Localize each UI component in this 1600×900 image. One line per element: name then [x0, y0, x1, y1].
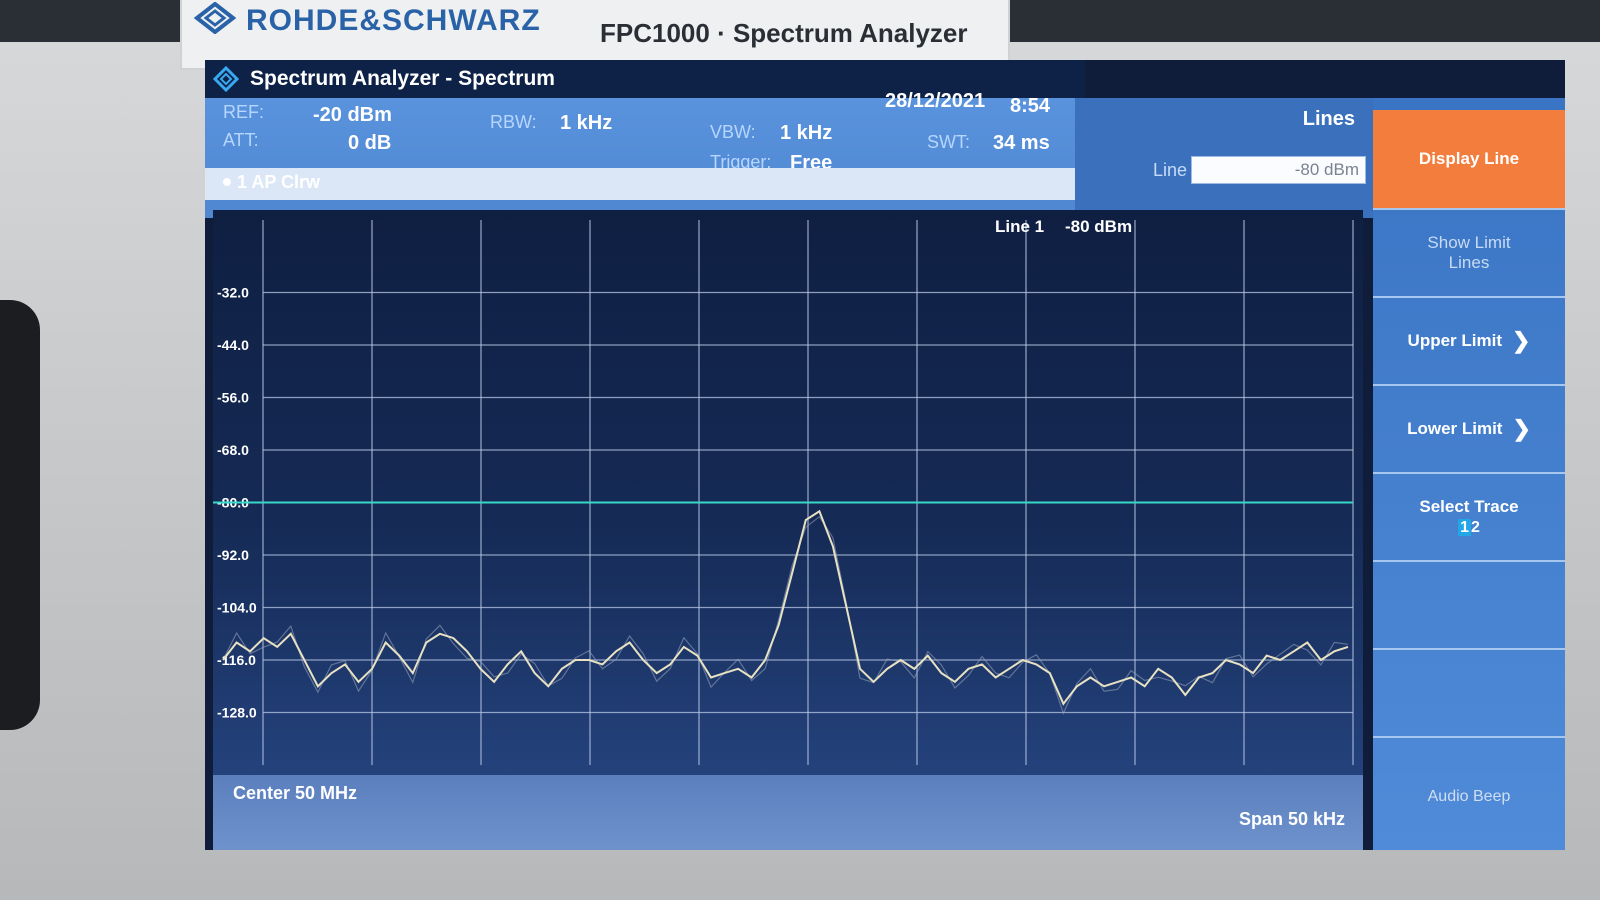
- window-title: Spectrum Analyzer - Spectrum: [250, 67, 555, 90]
- vbw-value[interactable]: 1 kHz: [780, 122, 832, 145]
- rohde-schwarz-logo-icon: [194, 2, 236, 34]
- trace-status-strip: 1 AP Clrw: [205, 168, 1075, 200]
- plot-footer: Center 50 MHz Span 50 kHz: [213, 775, 1363, 850]
- chevron-right-icon: ❯: [1512, 416, 1531, 441]
- trace-indicator-icon: [223, 178, 231, 186]
- display-line-button[interactable]: Display Line: [1373, 110, 1565, 210]
- trace-1-option[interactable]: 1: [1458, 519, 1471, 536]
- audio-beep-label[interactable]: Audio Beep: [1373, 788, 1565, 806]
- show-limit-lines-button[interactable]: Show Limit Lines: [1373, 210, 1565, 298]
- frequency-span[interactable]: Span 50 kHz: [1239, 809, 1345, 830]
- select-trace-label: Select Trace: [1419, 497, 1519, 516]
- display-line-button-label: Display Line: [1418, 149, 1520, 168]
- center-frequency[interactable]: Center 50 MHz: [233, 783, 357, 804]
- spectrum-plot[interactable]: -32.0 -44.0 -56.0 -68.0 -80.0 -92.0 -104.0 -116…: [213, 210, 1363, 775]
- lines-panel: Lines Line -80 dBm: [1075, 98, 1375, 218]
- y-tick-label: -92.0: [217, 547, 249, 563]
- lines-panel-title: Lines: [1302, 108, 1355, 130]
- swt-value[interactable]: 34 ms: [993, 132, 1050, 155]
- time-display: 8:54: [1010, 95, 1051, 117]
- y-tick-label: -32.0: [217, 285, 249, 301]
- measurement-parameters: REF: -20 dBm ATT: 0 dB RBW: 1 kHz VBW: 1…: [205, 90, 1075, 218]
- softkey-menu: Display Line Show Limit Lines Upper Limi…: [1373, 98, 1565, 850]
- device-model: FPC1000 · Spectrum Analyzer: [600, 18, 968, 48]
- upper-limit-button[interactable]: Upper Limit ❯: [1373, 298, 1565, 386]
- select-trace-button[interactable]: Select Trace 12: [1373, 474, 1565, 562]
- brand-name: ROHDE&SCHWARZ: [246, 4, 541, 37]
- vbw-label: VBW:: [710, 122, 756, 142]
- y-tick-label: -56.0: [217, 390, 249, 406]
- chevron-right-icon: ❯: [1512, 328, 1531, 353]
- upper-limit-label: Upper Limit: [1407, 331, 1502, 350]
- y-tick-label: -44.0: [217, 337, 249, 353]
- y-tick-label: -128.0: [217, 705, 257, 721]
- line-marker-name: Line 1: [995, 217, 1044, 236]
- show-limit-lines-label: Show Limit Lines: [1427, 233, 1511, 272]
- swt-label: SWT:: [927, 132, 970, 152]
- att-value[interactable]: 0 dB: [348, 132, 391, 155]
- ref-value[interactable]: -20 dBm: [313, 104, 392, 127]
- lower-limit-label: Lower Limit: [1407, 419, 1503, 438]
- datetime: 28/12/2021 8:54: [865, 60, 1075, 117]
- trace-2-line: [222, 515, 1349, 715]
- y-tick-label: -116.0: [217, 652, 256, 668]
- trace-selector: 12: [1458, 519, 1480, 537]
- y-tick-label: -68.0: [217, 442, 249, 458]
- date-display: 28/12/2021: [885, 90, 986, 112]
- empty-softkey-1[interactable]: [1373, 562, 1565, 650]
- ref-label: REF:: [223, 102, 265, 122]
- empty-softkey-2[interactable]: [1373, 650, 1565, 738]
- app-logo-icon: [213, 66, 239, 92]
- rbw-value[interactable]: 1 kHz: [560, 112, 612, 135]
- rbw-label: RBW:: [490, 112, 537, 132]
- trace-label[interactable]: 1 AP Clrw: [237, 172, 320, 193]
- y-tick-label: -104.0: [217, 600, 257, 616]
- analyzer-screen: Spectrum Analyzer - Spectrum REF: -20 dB…: [205, 60, 1565, 850]
- spectrum-plot-svg: -32.0-44.0-56.0-68.0-80.0-92.0-104.0-116…: [213, 217, 1354, 765]
- lower-limit-button[interactable]: Lower Limit ❯: [1373, 386, 1565, 474]
- line-marker-value: -80 dBm: [1065, 217, 1132, 236]
- att-label: ATT:: [223, 130, 259, 150]
- device-side-grip: [0, 300, 40, 730]
- trace-2-option[interactable]: 2: [1471, 519, 1480, 536]
- line-field-label: Line: [1153, 160, 1188, 180]
- line-level-input[interactable]: -80 dBm: [1191, 156, 1366, 184]
